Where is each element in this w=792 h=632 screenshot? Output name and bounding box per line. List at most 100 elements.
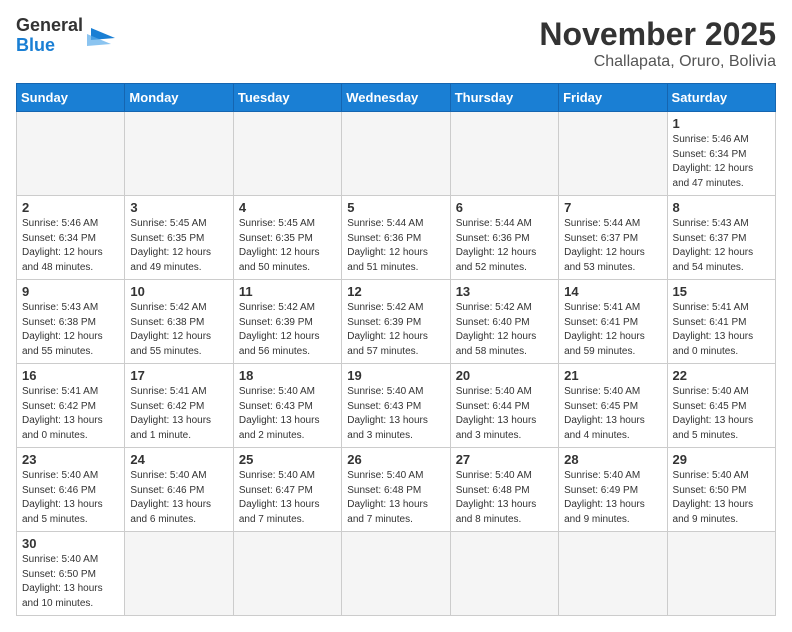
calendar-cell (450, 532, 558, 616)
calendar-cell: 13Sunrise: 5:42 AM Sunset: 6:40 PM Dayli… (450, 280, 558, 364)
day-number: 29 (673, 452, 770, 467)
calendar-cell (233, 532, 341, 616)
day-number: 26 (347, 452, 444, 467)
week-row-4: 16Sunrise: 5:41 AM Sunset: 6:42 PM Dayli… (17, 364, 776, 448)
calendar-cell (125, 112, 233, 196)
day-number: 28 (564, 452, 661, 467)
day-info: Sunrise: 5:44 AM Sunset: 6:37 PM Dayligh… (564, 217, 661, 275)
calendar-cell: 11 Sunrise: 5:42 AM Sunset: 6:39 PM Dayli… (233, 280, 341, 364)
day-number: 22 (673, 368, 770, 383)
calendar-cell: 10 Sunrise: 5:42 AM Sunset: 6:38 PM Dayli… (125, 280, 233, 364)
day-number: 6 (456, 200, 553, 215)
page-header: General Blue November 2025 Challapata, O… (16, 16, 776, 71)
calendar-cell: 24 Sunrise: 5:40 AM Sunset: 6:46 PM Dayli… (125, 448, 233, 532)
calendar-cell: 18 Sunrise: 5:40 AM Sunset: 6:43 PM Dayli… (233, 364, 341, 448)
day-info: Sunrise: 5:40 AM Sunset: 6:44 PM Dayligh… (456, 385, 553, 443)
weekday-header-saturday: Saturday (667, 84, 775, 112)
calendar-cell: 8 Sunrise: 5:43 AM Sunset: 6:37 PM Daylig… (667, 196, 775, 280)
weekday-header-sunday: Sunday (17, 84, 125, 112)
calendar-cell: 26 Sunrise: 5:40 AM Sunset: 6:48 PM Dayli… (342, 448, 450, 532)
calendar-cell: 15Sunrise: 5:41 AM Sunset: 6:41 PM Dayli… (667, 280, 775, 364)
day-number: 17 (130, 368, 227, 383)
calendar-cell: 29 Sunrise: 5:40 AM Sunset: 6:50 PM Dayli… (667, 448, 775, 532)
day-info: Sunrise: 5:40 AM Sunset: 6:50 PM Dayligh… (673, 469, 770, 527)
day-info: Sunrise: 5:46 AM Sunset: 6:34 PM Dayligh… (22, 217, 119, 275)
calendar-cell: 19Sunrise: 5:40 AM Sunset: 6:43 PM Dayli… (342, 364, 450, 448)
day-info: Sunrise: 5:40 AM Sunset: 6:47 PM Dayligh… (239, 469, 336, 527)
day-info: Sunrise: 5:43 AM Sunset: 6:38 PM Dayligh… (22, 301, 119, 359)
calendar-cell: 17 Sunrise: 5:41 AM Sunset: 6:42 PM Dayli… (125, 364, 233, 448)
day-info: Sunrise: 5:41 AM Sunset: 6:42 PM Dayligh… (22, 385, 119, 443)
weekday-header-friday: Friday (559, 84, 667, 112)
calendar-cell: 23Sunrise: 5:40 AM Sunset: 6:46 PM Dayli… (17, 448, 125, 532)
day-info: Sunrise: 5:44 AM Sunset: 6:36 PM Dayligh… (456, 217, 553, 275)
day-info: Sunrise: 5:46 AM Sunset: 6:34 PM Dayligh… (673, 133, 770, 191)
calendar-cell (17, 112, 125, 196)
calendar-cell: 7Sunrise: 5:44 AM Sunset: 6:37 PM Daylig… (559, 196, 667, 280)
calendar-cell (233, 112, 341, 196)
calendar-cell: 20Sunrise: 5:40 AM Sunset: 6:44 PM Dayli… (450, 364, 558, 448)
calendar-cell: 16Sunrise: 5:41 AM Sunset: 6:42 PM Dayli… (17, 364, 125, 448)
calendar-cell: 1Sunrise: 5:46 AM Sunset: 6:34 PM Daylig… (667, 112, 775, 196)
day-info: Sunrise: 5:40 AM Sunset: 6:46 PM Dayligh… (130, 469, 227, 527)
month-title: November 2025 (539, 16, 776, 53)
day-info: Sunrise: 5:40 AM Sunset: 6:45 PM Dayligh… (564, 385, 661, 443)
day-number: 25 (239, 452, 336, 467)
day-number: 2 (22, 200, 119, 215)
day-number: 27 (456, 452, 553, 467)
day-number: 4 (239, 200, 336, 215)
week-row-5: 23Sunrise: 5:40 AM Sunset: 6:46 PM Dayli… (17, 448, 776, 532)
week-row-2: 2 Sunrise: 5:46 AM Sunset: 6:34 PM Daylig… (17, 196, 776, 280)
week-row-6: 30 Sunrise: 5:40 AM Sunset: 6:50 PM Dayli… (17, 532, 776, 616)
logo-blue-text: Blue (16, 35, 55, 55)
calendar-cell (559, 532, 667, 616)
day-info: Sunrise: 5:40 AM Sunset: 6:50 PM Dayligh… (22, 553, 119, 611)
calendar-cell: 9Sunrise: 5:43 AM Sunset: 6:38 PM Daylig… (17, 280, 125, 364)
week-row-1: 1Sunrise: 5:46 AM Sunset: 6:34 PM Daylig… (17, 112, 776, 196)
day-number: 24 (130, 452, 227, 467)
day-info: Sunrise: 5:40 AM Sunset: 6:49 PM Dayligh… (564, 469, 661, 527)
day-info: Sunrise: 5:40 AM Sunset: 6:48 PM Dayligh… (347, 469, 444, 527)
calendar-cell: 30 Sunrise: 5:40 AM Sunset: 6:50 PM Dayli… (17, 532, 125, 616)
day-info: Sunrise: 5:42 AM Sunset: 6:38 PM Dayligh… (130, 301, 227, 359)
calendar-cell (559, 112, 667, 196)
day-number: 21 (564, 368, 661, 383)
day-info: Sunrise: 5:40 AM Sunset: 6:48 PM Dayligh… (456, 469, 553, 527)
day-number: 3 (130, 200, 227, 215)
calendar-cell: 28 Sunrise: 5:40 AM Sunset: 6:49 PM Dayli… (559, 448, 667, 532)
day-number: 8 (673, 200, 770, 215)
day-number: 11 (239, 284, 336, 299)
weekday-header-wednesday: Wednesday (342, 84, 450, 112)
calendar-cell: 2 Sunrise: 5:46 AM Sunset: 6:34 PM Daylig… (17, 196, 125, 280)
calendar-cell (342, 532, 450, 616)
calendar-cell: 14Sunrise: 5:41 AM Sunset: 6:41 PM Dayli… (559, 280, 667, 364)
logo-container: General Blue (16, 16, 115, 56)
day-info: Sunrise: 5:43 AM Sunset: 6:37 PM Dayligh… (673, 217, 770, 275)
day-number: 18 (239, 368, 336, 383)
calendar-cell (342, 112, 450, 196)
logo-bird-icon (87, 18, 115, 54)
weekday-header-thursday: Thursday (450, 84, 558, 112)
calendar-table: SundayMondayTuesdayWednesdayThursdayFrid… (16, 83, 776, 616)
calendar-cell: 27 Sunrise: 5:40 AM Sunset: 6:48 PM Dayli… (450, 448, 558, 532)
day-info: Sunrise: 5:42 AM Sunset: 6:39 PM Dayligh… (347, 301, 444, 359)
calendar-cell: 12Sunrise: 5:42 AM Sunset: 6:39 PM Dayli… (342, 280, 450, 364)
day-number: 15 (673, 284, 770, 299)
calendar-cell (667, 532, 775, 616)
day-info: Sunrise: 5:40 AM Sunset: 6:43 PM Dayligh… (239, 385, 336, 443)
title-block: November 2025 Challapata, Oruro, Bolivia (539, 16, 776, 71)
week-row-3: 9Sunrise: 5:43 AM Sunset: 6:38 PM Daylig… (17, 280, 776, 364)
calendar-cell: 21 Sunrise: 5:40 AM Sunset: 6:45 PM Dayli… (559, 364, 667, 448)
calendar-cell: 6 Sunrise: 5:44 AM Sunset: 6:36 PM Daylig… (450, 196, 558, 280)
day-info: Sunrise: 5:42 AM Sunset: 6:40 PM Dayligh… (456, 301, 553, 359)
day-number: 30 (22, 536, 119, 551)
day-info: Sunrise: 5:41 AM Sunset: 6:42 PM Dayligh… (130, 385, 227, 443)
logo-general-text: General (16, 15, 83, 35)
day-info: Sunrise: 5:44 AM Sunset: 6:36 PM Dayligh… (347, 217, 444, 275)
calendar-cell: 3Sunrise: 5:45 AM Sunset: 6:35 PM Daylig… (125, 196, 233, 280)
day-info: Sunrise: 5:42 AM Sunset: 6:39 PM Dayligh… (239, 301, 336, 359)
weekday-header-row: SundayMondayTuesdayWednesdayThursdayFrid… (17, 84, 776, 112)
day-number: 10 (130, 284, 227, 299)
day-info: Sunrise: 5:40 AM Sunset: 6:45 PM Dayligh… (673, 385, 770, 443)
day-info: Sunrise: 5:40 AM Sunset: 6:46 PM Dayligh… (22, 469, 119, 527)
